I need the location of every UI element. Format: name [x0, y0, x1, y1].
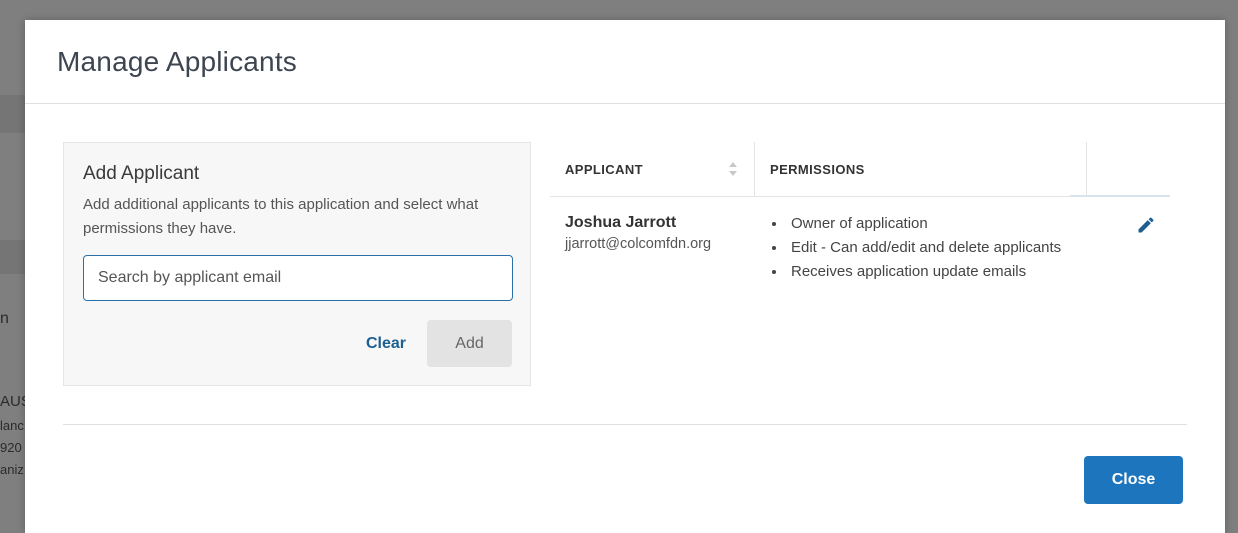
clear-button[interactable]: Clear [357, 321, 415, 367]
modal-title: Manage Applicants [57, 45, 298, 77]
modal-header: Manage Applicants [25, 20, 1225, 104]
column-header-permissions-label: PERMISSIONS [770, 161, 865, 177]
applicant-cell: Joshua Jarrott jjarrott@colcomfdn.org [565, 212, 755, 252]
applicants-table: APPLICANT PERMISSIONS Joshua Jarrott jja… [550, 142, 1171, 280]
manage-applicants-modal: Manage Applicants Add Applicant Add addi… [25, 20, 1225, 533]
add-button[interactable]: Add [427, 320, 512, 367]
background-text: lanc [0, 418, 24, 433]
add-applicant-description: Add additional applicants to this applic… [83, 196, 479, 237]
add-applicant-panel: Add Applicant Add additional applicants … [63, 142, 531, 386]
edit-applicant-button[interactable] [1134, 214, 1158, 238]
permissions-list: Owner of application Edit - Can add/edit… [770, 212, 1090, 284]
permission-item: Edit - Can add/edit and delete applicant… [787, 236, 1090, 260]
permission-item: Receives application update emails [787, 260, 1090, 284]
column-header-actions [1086, 142, 1171, 196]
footer-divider [63, 424, 1187, 425]
background-text: AUS [0, 393, 25, 410]
applicant-email-search-input[interactable] [83, 255, 513, 301]
sort-icon[interactable] [728, 160, 738, 178]
header-divider [550, 196, 1070, 197]
table-header: APPLICANT PERMISSIONS [550, 142, 1171, 197]
permission-item: Owner of application [787, 212, 1090, 236]
add-applicant-title: Add Applicant [83, 163, 200, 184]
background-text: 920 [0, 440, 22, 455]
column-header-applicant-label: APPLICANT [565, 161, 643, 177]
background-text: aniz [0, 462, 24, 477]
column-header-applicant[interactable]: APPLICANT [550, 142, 754, 196]
pencil-icon [1138, 216, 1154, 232]
applicant-name: Joshua Jarrott [565, 214, 677, 231]
header-divider-accent [1070, 195, 1170, 197]
close-button[interactable]: Close [1084, 456, 1183, 504]
permissions-cell: Owner of application Edit - Can add/edit… [770, 212, 1090, 284]
column-header-permissions: PERMISSIONS [754, 142, 1086, 196]
background-text: n [0, 310, 9, 327]
applicant-email: jjarrott@colcomfdn.org [565, 236, 712, 252]
